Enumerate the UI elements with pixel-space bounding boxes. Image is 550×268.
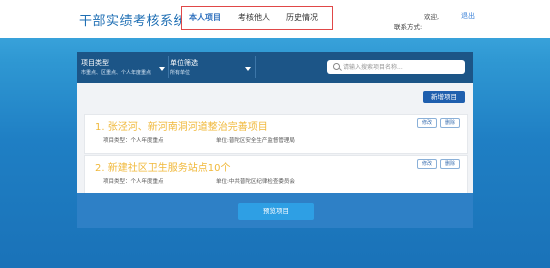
project-type: 项目类型：个人年度重点 xyxy=(103,179,164,185)
chevron-down-icon xyxy=(159,67,165,71)
project-type: 项目类型：个人年度重点 xyxy=(103,138,164,144)
delete-button[interactable]: 删除 xyxy=(440,118,460,128)
filter-divider xyxy=(255,56,256,78)
project-type-filter[interactable]: 项目类型 市重点、区重点、个人年度重点 xyxy=(81,56,167,80)
chevron-down-icon xyxy=(245,67,251,71)
panel-footer: 预览项目 xyxy=(77,193,473,228)
list-item: 1. 张泾河、新河南洞河道整治完善项目 项目类型：个人年度重点 单位:普陀区安全… xyxy=(84,114,468,154)
project-type-filter-value: 市重点、区重点、个人年度重点 xyxy=(81,70,152,76)
projects-panel: 项目类型 市重点、区重点、个人年度重点 单位筛选 所有单位 新增项目 1. 张泾… xyxy=(77,52,473,228)
delete-button[interactable]: 删除 xyxy=(440,159,460,169)
add-project-button[interactable]: 新增项目 xyxy=(423,91,465,103)
edit-button[interactable]: 修改 xyxy=(417,118,437,128)
tab-my-projects[interactable]: 本人项目 xyxy=(189,12,221,23)
top-header: 干部实绩考核系统 本人项目 考核他人 历史情况 欢迎, 联系方式: 退出 xyxy=(0,0,550,38)
project-type-filter-label: 项目类型 xyxy=(81,59,109,67)
unit-filter[interactable]: 单位筛选 所有单位 xyxy=(170,56,253,80)
project-unit: 单位:普陀区安全生产监督管理局 xyxy=(216,138,295,144)
project-title[interactable]: 2. 新建社区卫生服务站点10个 xyxy=(95,159,230,174)
search-icon xyxy=(333,63,340,70)
user-greeting: 欢迎, xyxy=(424,13,440,21)
main-nav: 本人项目 考核他人 历史情况 xyxy=(181,6,333,30)
tab-assess-others[interactable]: 考核他人 xyxy=(238,12,270,23)
edit-button[interactable]: 修改 xyxy=(417,159,437,169)
search-input[interactable] xyxy=(343,62,461,72)
project-unit: 单位:中共普陀区纪律检查委员会 xyxy=(216,179,295,185)
user-contact: 联系方式: xyxy=(394,23,423,31)
list-item: 2. 新建社区卫生服务站点10个 项目类型：个人年度重点 单位:中共普陀区纪律检… xyxy=(84,155,468,195)
project-title[interactable]: 1. 张泾河、新河南洞河道整治完善项目 xyxy=(95,118,268,133)
unit-filter-value: 所有单位 xyxy=(170,70,191,76)
unit-filter-label: 单位筛选 xyxy=(170,59,198,67)
logout-link[interactable]: 退出 xyxy=(461,11,475,21)
app-title: 干部实绩考核系统 xyxy=(79,14,188,29)
search-box xyxy=(327,60,465,74)
filter-bar: 项目类型 市重点、区重点、个人年度重点 单位筛选 所有单位 xyxy=(77,52,473,83)
preview-project-button[interactable]: 预览项目 xyxy=(238,203,314,220)
filter-divider xyxy=(168,56,169,78)
tab-history[interactable]: 历史情况 xyxy=(286,12,318,23)
